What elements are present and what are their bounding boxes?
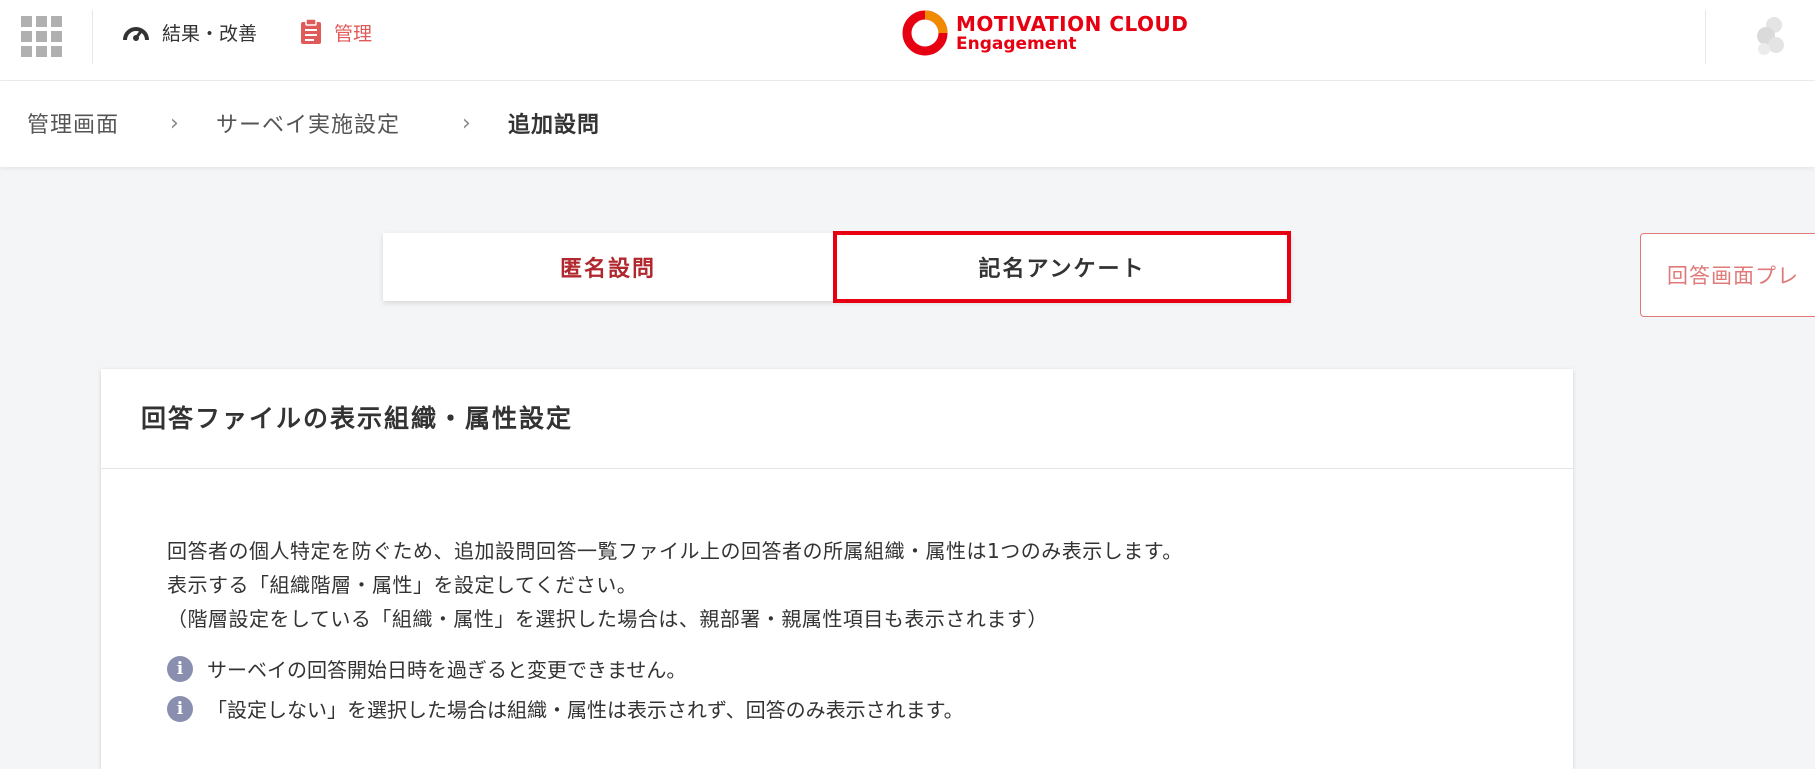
info-icon: i — [167, 655, 193, 682]
breadcrumb-separator-icon: › — [462, 111, 471, 136]
breadcrumb-separator-icon: › — [170, 111, 179, 136]
nav-admin-label: 管理 — [334, 22, 373, 45]
nav-divider-right — [1705, 10, 1706, 64]
clipboard-icon — [301, 19, 321, 44]
card-title: 回答ファイルの表示組織・属性設定 — [141, 404, 574, 433]
nav-divider — [92, 10, 93, 64]
description-line: 回答者の個人特定を防ぐため、追加設問回答一覧ファイル上の回答者の所属組織・属性は… — [167, 539, 1183, 563]
description-line: （階層設定をしている「組織・属性」を選択した場合は、親部署・親属性項目も表示され… — [167, 607, 1048, 631]
card-divider — [101, 468, 1573, 469]
tab-named-survey[interactable]: 記名アンケート — [833, 231, 1291, 303]
breadcrumb-survey-settings[interactable]: サーベイ実施設定 — [216, 107, 400, 139]
card-description: 回答者の個人特定を防ぐため、追加設問回答一覧ファイル上の回答者の所属組織・属性は… — [167, 534, 1183, 636]
top-navigation-bar: 結果・改善 管理 MOTIVATION CLOUD Engagement — [0, 0, 1815, 81]
nav-results-improvement[interactable]: 結果・改善 — [122, 18, 257, 46]
info-note-text: サーベイの回答開始日時を過ぎると変更できません。 — [207, 658, 687, 682]
speedometer-icon — [123, 27, 149, 41]
nav-results-label: 結果・改善 — [162, 22, 258, 45]
info-icon: i — [167, 695, 193, 722]
logo-text-line2: Engagement — [956, 33, 1077, 54]
tab-anonymous-questions[interactable]: 匿名設問 — [383, 233, 833, 301]
breadcrumb: 管理画面 › サーベイ実施設定 › 追加設問 — [0, 81, 1815, 167]
display-org-attribute-settings-card: 回答ファイルの表示組織・属性設定 回答者の個人特定を防ぐため、追加設問回答一覧フ… — [101, 369, 1573, 769]
breadcrumb-admin-screen[interactable]: 管理画面 — [27, 107, 119, 139]
info-note-text: 「設定しない」を選択した場合は組織・属性は表示されず、回答のみ表示されます。 — [207, 698, 964, 722]
info-note: i サーベイの回答開始日時を過ぎると変更できません。 — [167, 654, 686, 683]
nav-admin[interactable]: 管理 — [300, 18, 372, 46]
answer-screen-preview-button[interactable]: 回答画面プレ — [1640, 233, 1815, 317]
logo-ring-icon — [902, 10, 948, 56]
info-note: i 「設定しない」を選択した場合は組織・属性は表示されず、回答のみ表示されます。 — [167, 694, 964, 723]
motivation-cloud-logo: MOTIVATION CLOUD Engagement — [900, 8, 1188, 58]
logo-text-line1: MOTIVATION CLOUD — [956, 11, 1189, 36]
breadcrumb-current-page: 追加設問 — [508, 113, 601, 138]
question-type-tabs: 匿名設問 記名アンケート — [383, 231, 1291, 303]
user-avatar-icon[interactable] — [1752, 16, 1790, 56]
apps-grid-icon[interactable] — [21, 16, 63, 58]
description-line: 表示する「組織階層・属性」を設定してください。 — [167, 573, 638, 597]
